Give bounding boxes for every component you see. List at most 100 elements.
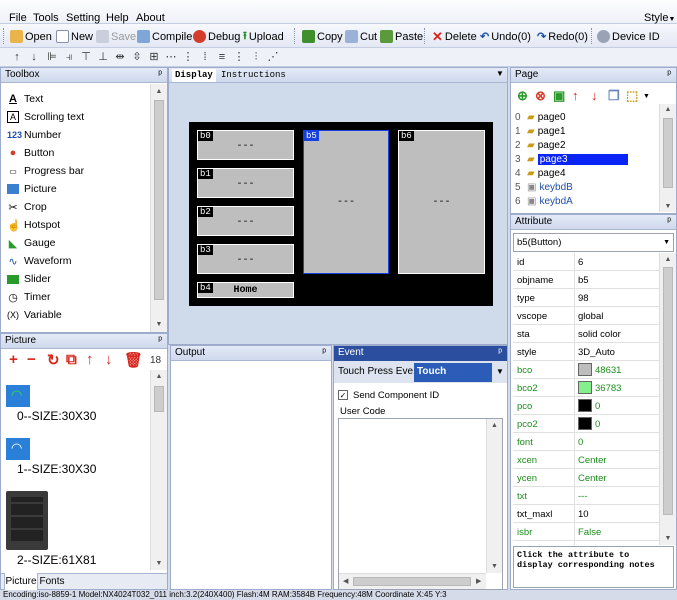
scroll-up-icon[interactable]: ▲ — [660, 106, 676, 113]
color-swatch[interactable] — [578, 417, 592, 430]
chevron-down-icon[interactable]: ▼ — [496, 69, 504, 78]
align-right-icon[interactable]: ⫣ — [63, 51, 75, 63]
component-b3[interactable]: b3 --- — [197, 244, 294, 274]
tool-variable[interactable]: (X) Variable — [7, 306, 62, 324]
undo-button[interactable]: ↶ Undo(0) — [480, 28, 531, 45]
attribute-row[interactable]: isbr False — [513, 523, 660, 541]
menu-about[interactable]: About — [136, 12, 165, 24]
scroll-thumb[interactable] — [353, 577, 471, 586]
tool-slider[interactable]: Slider — [7, 270, 51, 288]
picture-thumb-2[interactable] — [6, 491, 48, 550]
pin-icon[interactable]: ᵖ — [158, 334, 162, 348]
tool-button[interactable]: ● Button — [7, 144, 55, 162]
page-list-item[interactable]: 1 ▰ page1 — [515, 124, 566, 138]
add-icon[interactable]: + — [9, 351, 18, 368]
pin-icon[interactable]: ᵖ — [322, 346, 326, 360]
menu-setting[interactable]: Setting — [66, 12, 100, 24]
remove-icon[interactable]: − — [27, 351, 36, 368]
picture-scrollbar[interactable]: ▲ ▼ — [150, 370, 167, 570]
tool-text[interactable]: A Text — [7, 90, 43, 108]
save-button[interactable]: Save — [96, 28, 136, 45]
export-icon[interactable]: ⧉ — [66, 351, 77, 368]
scroll-up-icon[interactable]: ▲ — [151, 88, 167, 95]
page-list-item[interactable]: 5 ▣ keybdB — [515, 180, 573, 194]
tool-waveform[interactable]: ∿ Waveform — [7, 252, 71, 270]
tab-instructions[interactable]: Instructions — [221, 69, 286, 82]
spacing-h-icon[interactable]: ⋮ — [182, 51, 194, 63]
scroll-down-icon[interactable]: ▼ — [151, 321, 167, 328]
distribute-h-icon[interactable]: ≡ — [216, 51, 228, 63]
import-page-icon[interactable]: ⬚ — [626, 88, 638, 104]
menu-style[interactable]: Style▼ — [644, 12, 675, 24]
scroll-down-icon[interactable]: ▼ — [151, 560, 167, 567]
scroll-thumb[interactable] — [154, 386, 164, 412]
tab-display[interactable]: Display — [172, 69, 216, 82]
color-swatch[interactable] — [578, 381, 592, 394]
attribute-row[interactable]: font 0 — [513, 433, 660, 451]
color-swatch[interactable] — [578, 363, 592, 376]
attribute-row[interactable]: txt --- — [513, 487, 660, 505]
center-horizontal-icon[interactable]: ⇹ — [114, 51, 126, 63]
tool-scrolling-text[interactable]: A Scrolling text — [7, 108, 84, 126]
picture-thumb-0[interactable]: ◠ — [6, 385, 30, 407]
attribute-row[interactable]: vscope global — [513, 307, 660, 325]
spacing-v-icon[interactable]: ⁞ — [199, 51, 211, 63]
scroll-up-icon[interactable]: ▲ — [487, 422, 502, 429]
align-left-icon[interactable]: ⊫ — [46, 51, 58, 63]
scroll-down-icon[interactable]: ▼ — [660, 535, 676, 542]
align-middle-icon[interactable]: ⊥ — [97, 51, 109, 63]
page-list-item[interactable]: 2 ▰ page2 — [515, 138, 566, 152]
scroll-down-icon[interactable]: ▼ — [487, 563, 502, 570]
attribute-row[interactable]: type 98 — [513, 289, 660, 307]
component-b4[interactable]: b4 Home — [197, 282, 294, 298]
chevron-down-icon[interactable]: ▼ — [643, 93, 650, 100]
scroll-left-icon[interactable]: ◀ — [343, 577, 348, 585]
code-hscrollbar[interactable]: ◀ ▶ — [339, 573, 486, 589]
attribute-row[interactable]: objname b5 — [513, 271, 660, 289]
component-b0[interactable]: b0 --- — [197, 130, 294, 160]
page-list-item[interactable]: 3 ▰ page3 — [515, 152, 628, 166]
align-center-icon[interactable]: ⊤ — [80, 51, 92, 63]
tab-touch-release[interactable]: Touch Release... — [414, 363, 492, 395]
device-id-button[interactable]: Device ID — [597, 28, 660, 45]
same-width-icon[interactable]: ⋯ — [165, 51, 177, 63]
attribute-row[interactable]: xcen Center — [513, 451, 660, 469]
picture-item-1[interactable]: 1--SIZE:30X30 — [17, 462, 96, 476]
picture-thumb-1[interactable]: ◠ — [6, 438, 30, 460]
debug-button[interactable]: Debug — [193, 28, 240, 45]
pin-icon[interactable]: ᵖ — [498, 346, 502, 360]
scroll-up-icon[interactable]: ▲ — [151, 373, 167, 380]
same-size-icon[interactable]: ⊞ — [148, 51, 160, 63]
delete-all-icon[interactable]: 🗑 — [124, 351, 143, 369]
attribute-row[interactable]: style 3D_Auto — [513, 343, 660, 361]
scroll-thumb[interactable] — [154, 100, 164, 300]
equal-space-icon[interactable]: ⫶ — [250, 51, 262, 63]
move-down-icon[interactable]: ↓ — [105, 351, 113, 368]
hmi-canvas[interactable]: b0 --- b1 --- b2 --- b3 --- b4 Home b5 --- b6 -… — [189, 122, 493, 306]
attribute-row[interactable]: sta solid color — [513, 325, 660, 343]
new-button[interactable]: New — [56, 28, 93, 45]
tool-picture[interactable]: Picture — [7, 180, 57, 198]
page-list-item[interactable]: 6 ▣ keybdA — [515, 194, 573, 208]
scroll-thumb[interactable] — [663, 118, 673, 188]
tab-fonts[interactable]: Fonts — [39, 573, 65, 590]
align-bottom-icon[interactable]: ↓ — [28, 51, 40, 63]
user-code-editor[interactable]: ▲ ▼ ◀ ▶ — [338, 418, 503, 590]
component-b5[interactable]: b5 --- — [303, 130, 389, 274]
tool-number[interactable]: 123 Number — [7, 126, 61, 144]
equal-space-v-icon[interactable]: ⋰ — [267, 51, 279, 63]
pin-icon[interactable]: ᵖ — [667, 68, 671, 82]
page-list-item[interactable]: 0 ▰ page0 — [515, 110, 566, 124]
menu-tools[interactable]: Tools — [33, 12, 59, 24]
send-component-id-checkbox[interactable]: ✓ — [338, 390, 348, 400]
tab-picture[interactable]: Picture — [4, 573, 38, 591]
scroll-down-icon[interactable]: ▼ — [660, 203, 676, 210]
tool-hotspot[interactable]: ☝ Hotspot — [7, 216, 60, 234]
delete-button[interactable]: ✕ Delete — [432, 28, 477, 45]
distribute-v-icon[interactable]: ⋮ — [233, 51, 245, 63]
add-page-icon[interactable]: ⊕ — [517, 88, 528, 104]
page-list-item[interactable]: 4 ▰ page4 — [515, 166, 566, 180]
picture-item-2[interactable]: 2--SIZE:61X81 — [17, 553, 96, 567]
attribute-row[interactable]: id 6 — [513, 253, 660, 271]
tool-progress-bar[interactable]: ▭ Progress bar — [7, 162, 84, 180]
